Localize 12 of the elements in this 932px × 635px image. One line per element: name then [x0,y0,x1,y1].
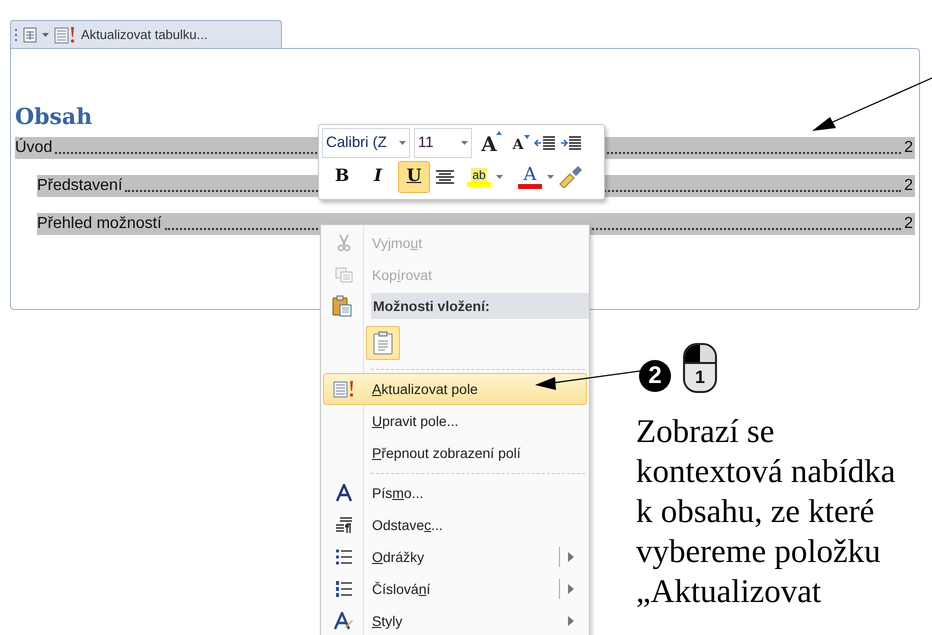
mouse-icon: 1 [683,343,717,393]
page-number: 2 [904,214,914,234]
update-table-label: Aktualizovat tabulku... [81,26,208,44]
toc-entry-title: Představení [37,176,122,196]
step-number-badge: 2 [639,360,671,392]
toc-entry-title: Přehled možností [37,214,162,234]
instruction-text: Zobrazí se kontextová nabídka k obsahu, ze které vybereme položku „Aktualizovat [636,413,896,612]
page-number: 2 [904,138,914,158]
menu-section-header: Možnosti vložení: [371,293,589,319]
page-number: 2 [904,176,914,196]
toc-entry-title: Úvod [15,137,52,158]
toc-heading: Obsah [15,103,94,131]
